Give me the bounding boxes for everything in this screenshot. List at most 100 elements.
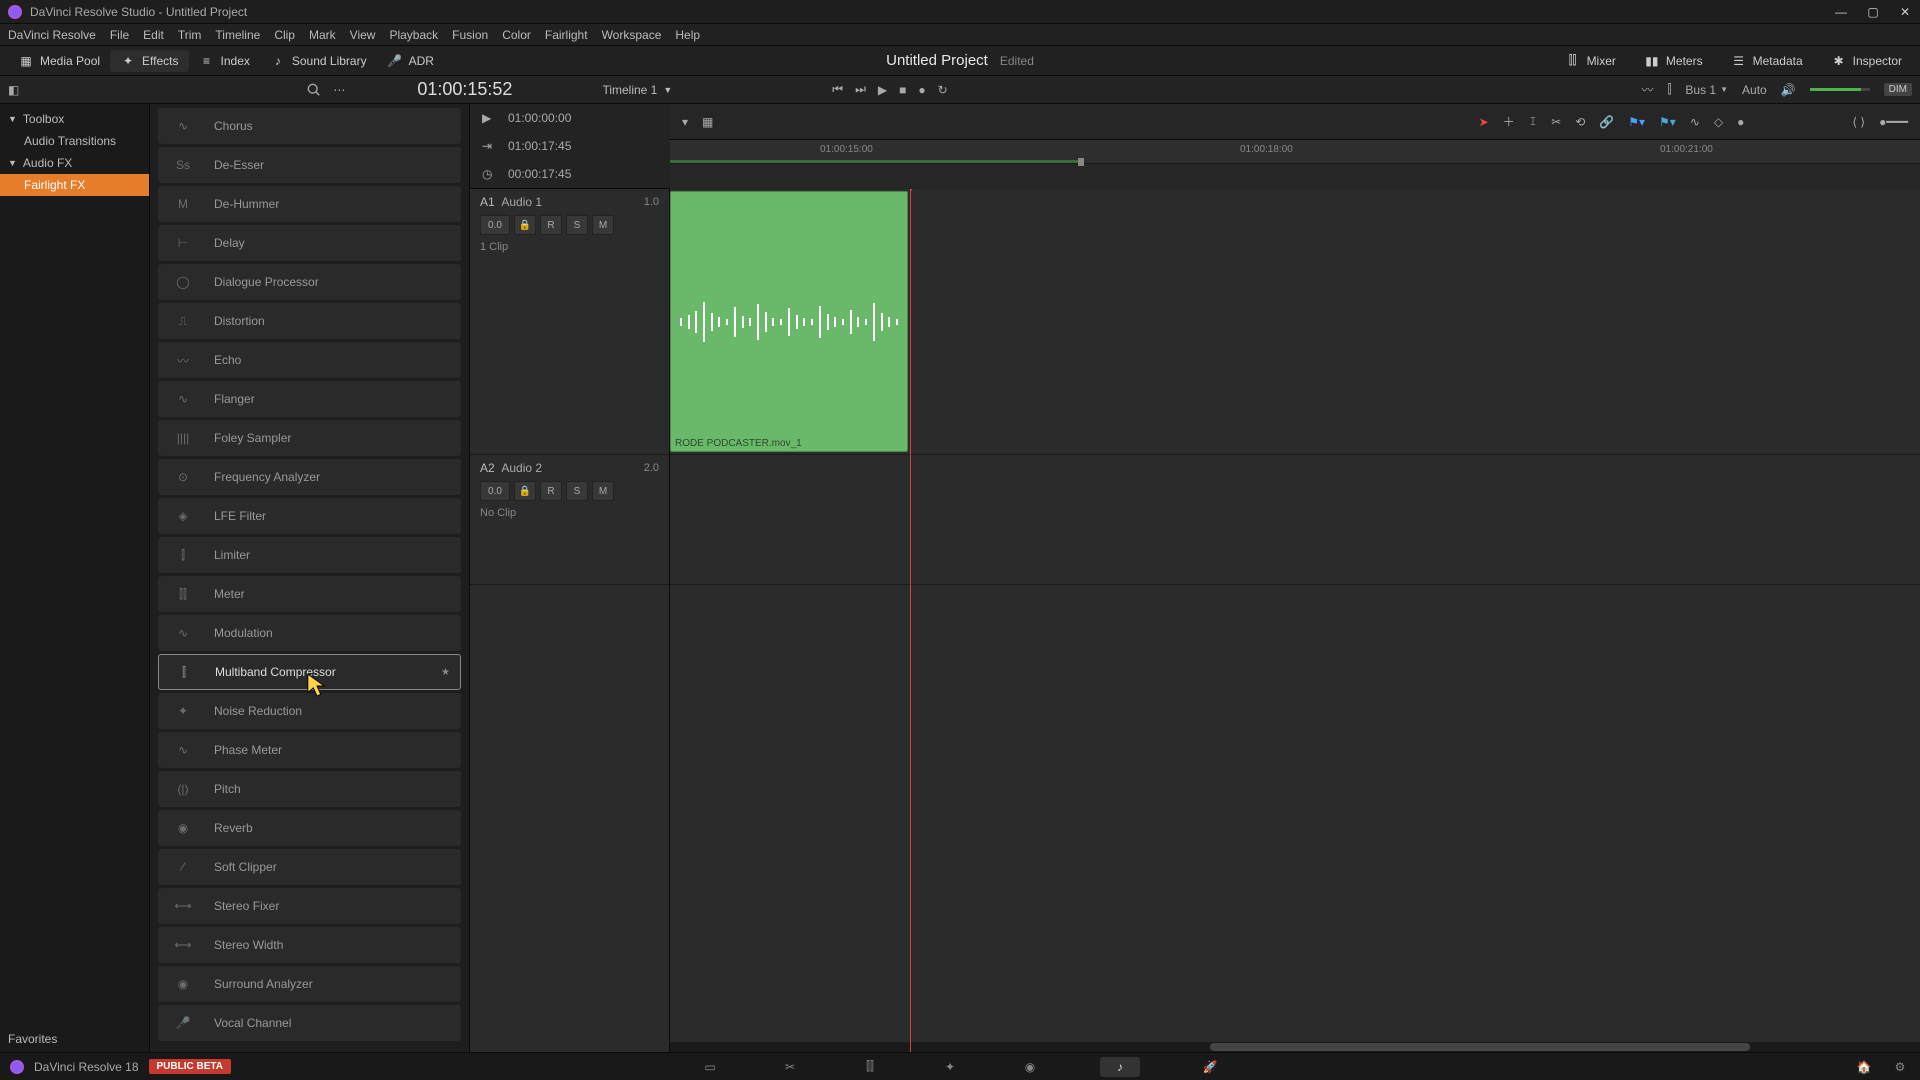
solo-button[interactable]: S: [566, 215, 588, 235]
waveform-tool-icon[interactable]: ∿: [1690, 115, 1700, 129]
favorites-section[interactable]: Favorites: [8, 1032, 57, 1046]
fx-item-modulation[interactable]: ∿Modulation: [158, 615, 461, 651]
fx-item-noise-reduction[interactable]: ✦Noise Reduction: [158, 693, 461, 729]
zoom-slider-handle[interactable]: ●━━━: [1879, 115, 1908, 129]
inspector-button[interactable]: ✱ Inspector: [1821, 50, 1912, 72]
color-page-icon[interactable]: ◉: [1020, 1057, 1040, 1077]
prev-button[interactable]: ⏮: [832, 82, 843, 97]
menu-mark[interactable]: Mark: [309, 28, 336, 42]
fx-item-surround-analyzer[interactable]: ◉Surround Analyzer: [158, 966, 461, 1002]
timeline-canvas[interactable]: RODE PODCASTER.mov_1: [670, 189, 1920, 1052]
razor-tool-icon[interactable]: ✂: [1551, 115, 1561, 129]
lock-icon[interactable]: 🔒: [514, 215, 536, 235]
range-end-handle[interactable]: [1078, 158, 1084, 166]
sliders-icon[interactable]: ⫿: [1668, 82, 1672, 97]
home-icon[interactable]: 🏠: [1854, 1057, 1874, 1077]
media-page-icon[interactable]: ▭: [700, 1057, 720, 1077]
fx-item-stereo-fixer[interactable]: ⟷Stereo Fixer: [158, 888, 461, 924]
menu-file[interactable]: File: [110, 28, 129, 42]
minimize-button[interactable]: —: [1834, 5, 1848, 19]
category-toolbox[interactable]: ▼ Toolbox: [0, 108, 149, 130]
fx-item-multiband-compressor[interactable]: ⫿Multiband Compressor★: [158, 654, 461, 690]
stop-button[interactable]: ■: [899, 83, 906, 97]
fx-item-meter[interactable]: ⫿⫿Meter: [158, 576, 461, 612]
menu-fairlight[interactable]: Fairlight: [545, 28, 588, 42]
fx-item-foley-sampler[interactable]: ||||Foley Sampler: [158, 420, 461, 456]
speaker-icon[interactable]: 🔊: [1781, 83, 1796, 97]
add-tool-icon[interactable]: ＋: [1503, 113, 1515, 130]
keyframe-tool-icon[interactable]: ◇: [1714, 115, 1723, 129]
meters-button[interactable]: ▮▮ Meters: [1634, 50, 1713, 72]
fx-item-soft-clipper[interactable]: ∕Soft Clipper: [158, 849, 461, 885]
timecode-display[interactable]: 01:00:15:52: [417, 79, 512, 100]
menu-workspace[interactable]: Workspace: [602, 28, 662, 42]
more-options-icon[interactable]: ⋯: [333, 83, 347, 97]
flag-blue-icon[interactable]: ⚑▾: [1628, 115, 1645, 129]
menu-view[interactable]: View: [350, 28, 376, 42]
deliver-page-icon[interactable]: 🚀: [1200, 1057, 1220, 1077]
fx-item-phase-meter[interactable]: ∿Phase Meter: [158, 732, 461, 768]
settings-icon[interactable]: ⚙: [1890, 1057, 1910, 1077]
fairlight-page-icon[interactable]: ♪: [1100, 1057, 1140, 1077]
menu-edit[interactable]: Edit: [143, 28, 164, 42]
next-button[interactable]: ⏭: [855, 82, 866, 97]
close-button[interactable]: ✕: [1898, 5, 1912, 19]
timeline-selector[interactable]: Timeline 1 ▼: [602, 83, 672, 97]
automation-icon[interactable]: 〰: [1642, 81, 1654, 98]
media-pool-button[interactable]: ▦ Media Pool: [8, 50, 110, 72]
volume-slider[interactable]: [1810, 88, 1870, 91]
edit-page-icon[interactable]: ⫿⫿: [860, 1057, 880, 1077]
fx-item-lfe-filter[interactable]: ◈LFE Filter: [158, 498, 461, 534]
category-audio-transitions[interactable]: Audio Transitions: [0, 130, 149, 152]
view-mode-icon[interactable]: ▦: [702, 115, 713, 129]
track-gain[interactable]: 0.0: [480, 215, 510, 235]
expand-tool-icon[interactable]: ⟨ ⟩: [1852, 115, 1865, 129]
fx-item-stereo-width[interactable]: ⟷Stereo Width: [158, 927, 461, 963]
favorite-star-icon[interactable]: ★: [441, 667, 450, 678]
record-button[interactable]: ●: [918, 83, 925, 97]
category-fairlight-fx[interactable]: Fairlight FX: [0, 174, 149, 196]
track-lane-a1[interactable]: RODE PODCASTER.mov_1: [670, 189, 1920, 455]
fx-item-flanger[interactable]: ∿Flanger: [158, 381, 461, 417]
sound-library-button[interactable]: ♪ Sound Library: [260, 50, 377, 72]
fx-item-limiter[interactable]: ⫿Limiter: [158, 537, 461, 573]
fx-item-chorus[interactable]: ∿Chorus: [158, 108, 461, 144]
menu-fusion[interactable]: Fusion: [452, 28, 488, 42]
fx-item-de-hummer[interactable]: MDe-Hummer: [158, 186, 461, 222]
record-arm-button[interactable]: R: [540, 215, 562, 235]
fx-item-echo[interactable]: 〰Echo: [158, 342, 461, 378]
fx-item-dialogue-processor[interactable]: ◯Dialogue Processor: [158, 264, 461, 300]
menu-help[interactable]: Help: [675, 28, 700, 42]
record-arm-button[interactable]: R: [540, 481, 562, 501]
adr-button[interactable]: 🎤 ADR: [377, 50, 444, 72]
search-icon[interactable]: [307, 83, 321, 97]
fx-item-de-esser[interactable]: SsDe-Esser: [158, 147, 461, 183]
effects-button[interactable]: ✦ Effects: [110, 50, 188, 72]
playhead[interactable]: [910, 189, 911, 1052]
metadata-button[interactable]: ☰ Metadata: [1721, 50, 1813, 72]
menu-color[interactable]: Color: [502, 28, 531, 42]
mute-button[interactable]: M: [592, 215, 614, 235]
dim-badge[interactable]: DIM: [1884, 83, 1912, 96]
track-header-a2[interactable]: A2 Audio 2 2.0 0.0 🔒 R S M No Clip: [470, 455, 669, 585]
index-button[interactable]: ≡ Index: [189, 50, 260, 72]
category-audio-fx[interactable]: ▼ Audio FX: [0, 152, 149, 174]
mixer-button[interactable]: ⫿⫿ Mixer: [1555, 50, 1626, 72]
audio-clip[interactable]: RODE PODCASTER.mov_1: [670, 191, 908, 452]
fusion-page-icon[interactable]: ✦: [940, 1057, 960, 1077]
maximize-button[interactable]: ▢: [1866, 5, 1880, 19]
effects-list[interactable]: ∿ChorusSsDe-EsserMDe-Hummer⊢Delay◯Dialog…: [150, 104, 470, 1052]
lock-icon[interactable]: 🔒: [514, 481, 536, 501]
menu-clip[interactable]: Clip: [274, 28, 295, 42]
link-tool-icon[interactable]: 🔗: [1599, 115, 1614, 129]
menu-playback[interactable]: Playback: [389, 28, 438, 42]
marker-tool-icon[interactable]: ▾: [682, 115, 688, 129]
dot-tool-icon[interactable]: ●: [1737, 115, 1744, 129]
sidebar-toggle-icon[interactable]: ◧: [8, 83, 19, 97]
track-gain[interactable]: 0.0: [480, 481, 510, 501]
fx-item-distortion[interactable]: ⎍Distortion: [158, 303, 461, 339]
cut-page-icon[interactable]: ✂: [780, 1057, 800, 1077]
play-button[interactable]: ▶: [878, 83, 887, 97]
auto-label[interactable]: Auto: [1742, 83, 1767, 97]
solo-button[interactable]: S: [566, 481, 588, 501]
